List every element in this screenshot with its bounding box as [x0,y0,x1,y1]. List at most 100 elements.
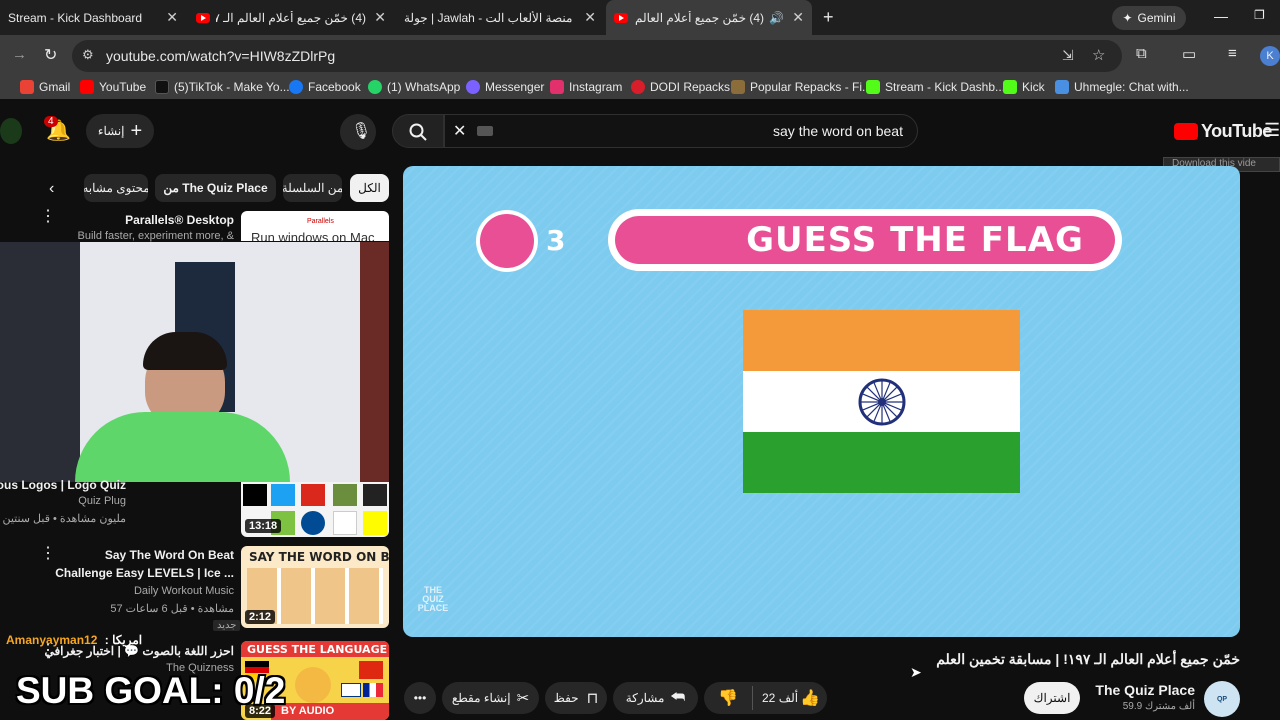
dislike-icon[interactable]: 👎 [718,688,738,708]
close-icon[interactable]: ✕ [374,9,386,26]
chip-from-channel[interactable]: من The Quiz Place [155,174,276,202]
channel-name[interactable]: The Quiz Place [1095,682,1195,698]
tab-label: (4) خمّن جميع أعلام العالم الـ [634,10,764,25]
bookmark-dodi[interactable]: DODI Repacks [631,80,730,94]
instagram-icon [550,80,564,94]
channel-name[interactable]: Quiz Plug [78,495,126,507]
chip-from-series[interactable]: من السلسلة [283,174,342,202]
minimize-icon[interactable]: — [1214,8,1228,24]
close-icon[interactable]: ✕ [166,9,178,26]
media-control-icon[interactable]: ▭ [1182,45,1196,63]
chip-related[interactable]: محتوى مشابه [84,174,148,202]
more-options-icon[interactable]: ⋮ [40,643,56,659]
video-title[interactable]: ...60 Famous Logos | Logo Quiz [0,478,126,492]
bookmark-popular-repacks[interactable]: Popular Repacks - Fi... [731,80,872,94]
clip-button[interactable]: إنشاء مقطع ✂ [442,682,539,714]
install-app-icon[interactable]: ⇲ [1062,47,1074,64]
save-button[interactable]: حفظ ⊓ [545,682,607,714]
ad-title[interactable]: Parallels® Desktop [125,213,234,227]
save-label: حفظ [553,691,579,705]
subscriber-count: 59.9 ألف مشترك [1122,701,1195,712]
whatsapp-icon [368,80,382,94]
tab-label: (4) خمّن جميع أعلام العالم الـ ١٩٧! [216,10,366,25]
profile-avatar[interactable]: K [1260,46,1280,66]
menu-icon[interactable]: ☰ [1264,120,1280,141]
bookmark-icon: ⊓ [586,690,599,707]
bookmark-instagram[interactable]: Instagram [550,80,622,94]
like-icon[interactable]: 👍 [800,688,820,708]
tab-kick-dashboard[interactable]: Stream - Kick Dashboard ✕ [0,0,186,35]
avatar[interactable] [0,118,22,144]
reading-list-icon[interactable]: ≡ [1228,45,1237,62]
bookmark-label: YouTube [99,80,147,94]
more-options-icon[interactable]: ⋮ [40,209,56,225]
clear-search-icon[interactable]: ✕ [453,121,466,141]
profile-initial: K [1266,50,1274,62]
video-thumbnail[interactable]: 13:18 [241,482,389,537]
extensions-icon[interactable]: ⧉ [1136,45,1147,62]
thumb-text: SAY THE WORD ON BEAT [249,550,389,564]
india-flag [743,310,1020,493]
tab-youtube-flags-active[interactable]: (4) خمّن جميع أعلام العالم الـ 🔊 ✕ [606,0,812,35]
kick-icon [1003,80,1017,94]
bookmark-facebook[interactable]: Facebook [289,80,361,94]
bookmark-kick-dashboard[interactable]: Stream - Kick Dashb... [866,80,1005,94]
chevron-left-icon[interactable]: ‹ [49,180,54,198]
channel-watermark: THE QUIZ PLACE [417,585,449,613]
subscribe-button[interactable]: اشتراك [1024,682,1080,714]
reload-icon[interactable]: ↻ [44,45,57,65]
voice-search-button[interactable]: 🎙 [340,114,376,150]
bookmark-star-icon[interactable]: ☆ [1092,46,1105,64]
keyboard-icon[interactable] [477,126,493,136]
bookmark-youtube[interactable]: YouTube [80,80,146,94]
speaker-icon[interactable]: 🔊 [769,11,784,25]
bookmark-uhmegle[interactable]: Uhmegle: Chat with... [1055,80,1189,94]
channel-name[interactable]: Daily Workout Music [134,585,234,597]
search-query[interactable]: say the word on beat [773,123,903,139]
tab-jawlah[interactable]: جولة | Jawlah - منصة الألعاب الت ✕ [396,0,604,35]
scissors-icon: ✂ [516,690,530,707]
bookmark-kick[interactable]: Kick [1003,80,1045,94]
maximize-icon[interactable]: ❐ [1254,8,1265,22]
like-count[interactable]: 22 ألف [762,691,798,705]
chip-all[interactable]: الكل [350,174,389,202]
bookmark-label: Gmail [39,80,71,94]
youtube-header: 🔔 4 إنشاء + 🎙 ✕ say the word on beat You… [0,100,1280,162]
plus-icon: + [130,119,143,142]
more-options-icon[interactable]: ⋮ [40,546,56,562]
bookmark-gmail[interactable]: Gmail [20,80,70,94]
video-thumbnail[interactable]: SAY THE WORD ON BEAT 2:12 [241,546,389,628]
search-input[interactable]: ✕ say the word on beat [444,114,918,148]
address-bar[interactable]: ⚙ youtube.com/watch?v=HIW8zZDlrPg ⇲ ☆ [72,40,1122,72]
repacks-icon [731,80,745,94]
close-icon[interactable]: ✕ [584,9,596,26]
url-text[interactable]: youtube.com/watch?v=HIW8zZDlrPg [106,48,335,64]
video-title-line1[interactable]: Say The Word On Beat [105,548,234,562]
share-button[interactable]: مشاركة ⮪ [613,682,698,714]
close-icon[interactable]: ✕ [792,9,804,26]
bookmark-messenger[interactable]: Messenger [466,80,544,94]
forward-icon[interactable]: → [12,46,27,63]
channel-avatar[interactable]: QP [1204,681,1240,717]
create-label: إنشاء [97,124,125,138]
like-dislike-group: 👎 22 ألف 👍 [704,682,827,714]
gemini-button[interactable]: ✦ Gemini [1112,6,1186,30]
video-player[interactable]: 3 GUESS THE FLAG THE QUIZ PLACE [403,166,1240,637]
bookmark-tiktok[interactable]: (5)TikTok - Make Yo... [155,80,290,94]
more-actions-button[interactable]: ••• [404,682,436,714]
new-tab-icon[interactable]: + [823,7,834,28]
share-label: مشاركة [625,691,665,705]
adidas-logo [243,484,267,506]
youtube-logo[interactable]: YouTube [1174,121,1272,142]
notifications-button[interactable]: 🔔 4 [44,116,71,143]
youtube-logo-text: YouTube [1201,121,1272,141]
bookmark-whatsapp[interactable]: (1) WhatsApp [368,80,460,94]
site-info-icon[interactable]: ⚙ [82,47,94,63]
video-title-line2[interactable]: Challenge Easy LEVELS | Ice ... [55,566,234,580]
search-button[interactable] [392,114,444,148]
tab-youtube-flags-1[interactable]: (4) خمّن جميع أعلام العالم الـ ١٩٧! ✕ [188,0,394,35]
create-button[interactable]: إنشاء + [86,114,154,148]
tiktok-icon [155,80,169,94]
mouse-cursor-icon: ➤ [910,664,922,680]
ad-thumbnail[interactable]: Parallels Run windows on Mac [241,211,389,241]
